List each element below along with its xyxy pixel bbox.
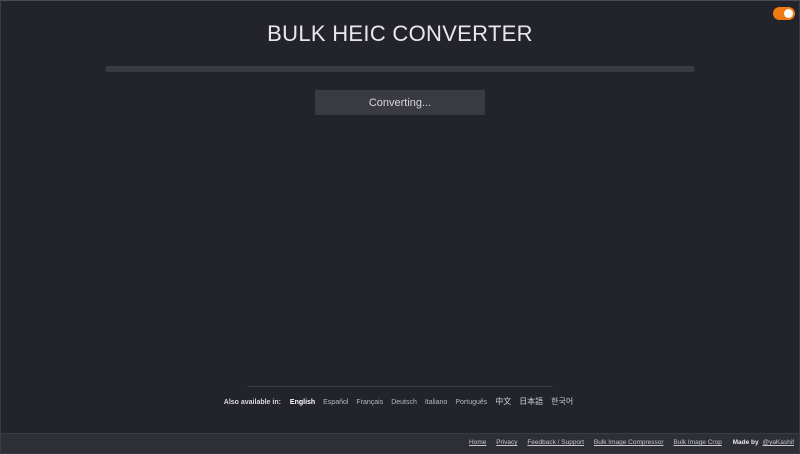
language-link-french[interactable]: Français bbox=[356, 399, 383, 406]
language-switcher: Also available in: English Español Franç… bbox=[1, 396, 799, 407]
footer-link-bulk-image-crop[interactable]: Bulk Image Crop bbox=[673, 439, 721, 446]
theme-toggle-switch[interactable] bbox=[773, 7, 795, 20]
footer-link-feedback[interactable]: Feedback / Support bbox=[527, 439, 584, 446]
language-link-german[interactable]: Deutsch bbox=[391, 399, 417, 406]
progress-bar bbox=[105, 66, 695, 72]
footer-link-home[interactable]: Home bbox=[469, 439, 486, 446]
language-link-japanese[interactable]: 日本語 bbox=[519, 397, 543, 406]
footer-made-by: Made by @yaKashif bbox=[733, 439, 794, 446]
language-link-portuguese[interactable]: Português bbox=[455, 399, 487, 406]
footer-link-bulk-image-compressor[interactable]: Bulk Image Compressor bbox=[594, 439, 664, 446]
page-title: BULK HEIC CONVERTER bbox=[267, 21, 533, 46]
toggle-knob bbox=[784, 9, 793, 18]
made-by-label: Made by bbox=[732, 439, 759, 446]
language-lead-label: Also available in: bbox=[223, 399, 281, 406]
author-handle-link[interactable]: @yaKashif bbox=[762, 439, 794, 446]
language-link-spanish[interactable]: Español bbox=[323, 399, 348, 406]
app-page: BULK HEIC CONVERTER Converting... Also a… bbox=[0, 0, 800, 454]
footer-link-privacy[interactable]: Privacy bbox=[496, 439, 517, 446]
footer-bar: Home Privacy Feedback / Support Bulk Ima… bbox=[1, 433, 799, 453]
convert-button[interactable]: Converting... bbox=[315, 90, 485, 115]
language-link-korean[interactable]: 한국어 bbox=[551, 397, 573, 406]
language-link-english[interactable]: English bbox=[290, 399, 315, 406]
language-link-italian[interactable]: Italiano bbox=[425, 399, 448, 406]
language-divider bbox=[247, 386, 553, 387]
language-link-chinese[interactable]: 中文 bbox=[495, 397, 511, 406]
